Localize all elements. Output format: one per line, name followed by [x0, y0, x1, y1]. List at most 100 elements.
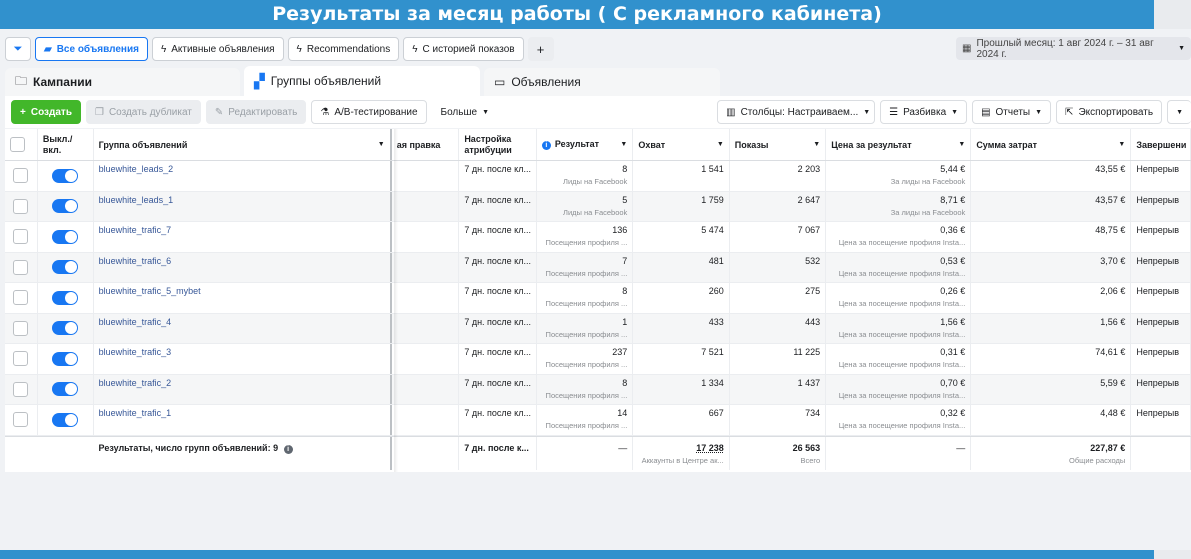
- attribution-cell: 7 дн. после кл...: [459, 252, 537, 282]
- header-attr-partial[interactable]: ая правка: [392, 129, 460, 160]
- table-row[interactable]: bluewhite_trafic_7 7 дн. после кл... 136 По…: [5, 222, 1191, 253]
- adset-toggle[interactable]: [52, 382, 79, 397]
- impressions-cell: 11 225: [730, 344, 827, 374]
- row-checkbox-cell: [5, 283, 38, 313]
- export-button[interactable]: ⇱ Экспортировать: [1056, 100, 1163, 124]
- export-menu-button[interactable]: ▼: [1167, 100, 1191, 124]
- row-checkbox[interactable]: [13, 290, 29, 306]
- adset-name-link[interactable]: bluewhite_leads_1: [99, 195, 174, 205]
- tab-campaigns[interactable]: 🗀 Кампании: [5, 68, 240, 96]
- row-toggle-cell: [38, 222, 94, 252]
- row-checkbox[interactable]: [13, 381, 29, 397]
- header-attribution-label: Настройка атрибуции: [464, 133, 512, 155]
- columns-button[interactable]: ▥ Столбцы: Настраиваем... ▼: [717, 100, 876, 124]
- filter-recommendations[interactable]: ϟ Recommendations: [287, 37, 400, 61]
- adset-toggle[interactable]: [52, 229, 79, 244]
- table-row[interactable]: bluewhite_trafic_5_mybet 7 дн. после кл..…: [5, 283, 1191, 314]
- select-all-cell: [5, 129, 38, 160]
- ab-test-button[interactable]: ⚗ A/B-тестирование: [311, 100, 427, 124]
- add-filter-button[interactable]: +: [527, 37, 554, 61]
- table-row[interactable]: bluewhite_trafic_2 7 дн. после кл... 8 Посе…: [5, 374, 1191, 405]
- adset-name-link[interactable]: bluewhite_trafic_1: [99, 408, 172, 418]
- result-sub: Лиды на Facebook: [563, 177, 628, 186]
- adset-name-link[interactable]: bluewhite_trafic_2: [99, 378, 172, 388]
- date-range-picker[interactable]: ▦ Прошлый месяц: 1 авг 2024 г. – 31 авг …: [956, 37, 1191, 60]
- adset-name-link[interactable]: bluewhite_trafic_4: [99, 317, 172, 327]
- spend-cell: 2,06 €: [971, 283, 1132, 313]
- table-row[interactable]: bluewhite_leads_2 7 дн. после кл... 8 Лиды …: [5, 161, 1191, 192]
- end-cell: Непрерыв: [1131, 161, 1191, 191]
- row-checkbox[interactable]: [13, 168, 29, 184]
- result-cell: 5 Лиды на Facebook: [537, 191, 634, 221]
- adset-toggle[interactable]: [52, 351, 79, 366]
- grid-icon: ▞: [254, 72, 265, 89]
- adset-name-cell: bluewhite_trafic_1: [94, 405, 392, 435]
- header-end[interactable]: Завершени: [1131, 129, 1191, 160]
- impressions-value: 1 437: [797, 377, 821, 388]
- cpr-value: 0,53 €: [940, 255, 966, 266]
- row-checkbox[interactable]: [13, 320, 29, 336]
- breakdown-button[interactable]: ☰ Разбивка ▼: [880, 100, 968, 124]
- table-row[interactable]: bluewhite_trafic_3 7 дн. после кл... 237 По…: [5, 344, 1191, 375]
- cpr-value: 1,56 €: [940, 316, 966, 327]
- more-button[interactable]: Больше ▼: [431, 100, 499, 124]
- select-all-checkbox[interactable]: [10, 137, 25, 152]
- row-checkbox[interactable]: [13, 412, 29, 428]
- filter-history[interactable]: ϟ С историей показов: [403, 37, 524, 61]
- header-toggle[interactable]: Выкл./ вкл.: [38, 129, 94, 160]
- ad-icon: ▭: [494, 75, 506, 89]
- spend-cell: 4,48 €: [971, 405, 1132, 435]
- result-value: 14: [617, 408, 628, 418]
- cpr-cell: 0,32 € Цена за посещение профиля Insta...: [826, 405, 972, 435]
- header-attribution[interactable]: Настройка атрибуции: [459, 129, 537, 160]
- duplicate-button[interactable]: ❐ Создать дубликат: [85, 100, 201, 124]
- header-impressions[interactable]: Показы ▼: [730, 129, 827, 160]
- adset-name-link[interactable]: bluewhite_leads_2: [99, 164, 174, 174]
- row-checkbox-cell: [5, 191, 38, 221]
- result-cell: 8 Посещения профиля ...: [537, 374, 634, 404]
- adset-toggle[interactable]: [52, 199, 79, 214]
- row-checkbox[interactable]: [13, 351, 29, 367]
- adset-name-link[interactable]: bluewhite_trafic_3: [99, 347, 172, 357]
- row-checkbox[interactable]: [13, 259, 29, 275]
- header-name[interactable]: Группа объявлений ▼: [94, 129, 392, 160]
- table-row[interactable]: bluewhite_trafic_1 7 дн. после кл... 14 Пос…: [5, 405, 1191, 436]
- tab-adsets[interactable]: ▞ Группы объявлений: [244, 66, 480, 96]
- header-spend[interactable]: Сумма затрат ▼: [971, 129, 1132, 160]
- table-row[interactable]: bluewhite_trafic_4 7 дн. после кл... 1 Посе…: [5, 313, 1191, 344]
- adset-toggle[interactable]: [52, 321, 79, 336]
- header-cpr[interactable]: Цена за результат ▼: [826, 129, 972, 160]
- reach-value: 260: [708, 286, 724, 296]
- cpr-sub: Цена за посещение профиля Insta...: [838, 360, 966, 369]
- edit-button-label: Редактировать: [228, 106, 298, 118]
- footer-impressions-sub: Всего: [800, 455, 821, 465]
- adset-toggle[interactable]: [52, 290, 79, 305]
- row-checkbox[interactable]: [13, 198, 29, 214]
- adset-name-link[interactable]: bluewhite_trafic_5_mybet: [99, 286, 201, 296]
- header-result[interactable]: i Результат ▼: [537, 129, 634, 160]
- more-button-label: Больше: [440, 106, 478, 118]
- adset-name-link[interactable]: bluewhite_trafic_7: [99, 225, 172, 235]
- adset-toggle[interactable]: [52, 260, 79, 275]
- adset-name-link[interactable]: bluewhite_trafic_6: [99, 256, 172, 266]
- reports-button[interactable]: ▤ Отчеты ▼: [972, 100, 1052, 124]
- impressions-value: 2 203: [797, 164, 821, 174]
- filter-all-ads[interactable]: ▰ Все объявления: [35, 37, 148, 61]
- tab-ads[interactable]: ▭ Объявления: [484, 68, 720, 96]
- adset-toggle[interactable]: [52, 168, 79, 183]
- filter-active-ads[interactable]: ϟ Активные объявления: [151, 37, 284, 61]
- attribution-cell: 7 дн. после кл...: [459, 222, 537, 252]
- filter-button[interactable]: ⏷: [5, 37, 31, 61]
- header-reach[interactable]: Охват ▼: [633, 129, 730, 160]
- result-sub: Посещения профиля ...: [545, 238, 628, 247]
- cpr-sub: Цена за посещение профиля Insta...: [838, 329, 966, 339]
- filter-icon: ⏷: [13, 42, 23, 55]
- edit-button[interactable]: ✎ Редактировать: [205, 100, 307, 124]
- level-tabs: 🗀 Кампании ▞ Группы объявлений ▭ Объявле…: [5, 66, 720, 96]
- row-checkbox[interactable]: [13, 229, 29, 245]
- create-button[interactable]: + Создать: [11, 100, 81, 124]
- table-row[interactable]: bluewhite_leads_1 7 дн. после кл... 5 Лиды …: [5, 191, 1191, 222]
- adset-toggle[interactable]: [52, 412, 79, 427]
- table-row[interactable]: bluewhite_trafic_6 7 дн. после кл... 7 Посе…: [5, 252, 1191, 283]
- end-cell: Непрерыв: [1131, 191, 1191, 221]
